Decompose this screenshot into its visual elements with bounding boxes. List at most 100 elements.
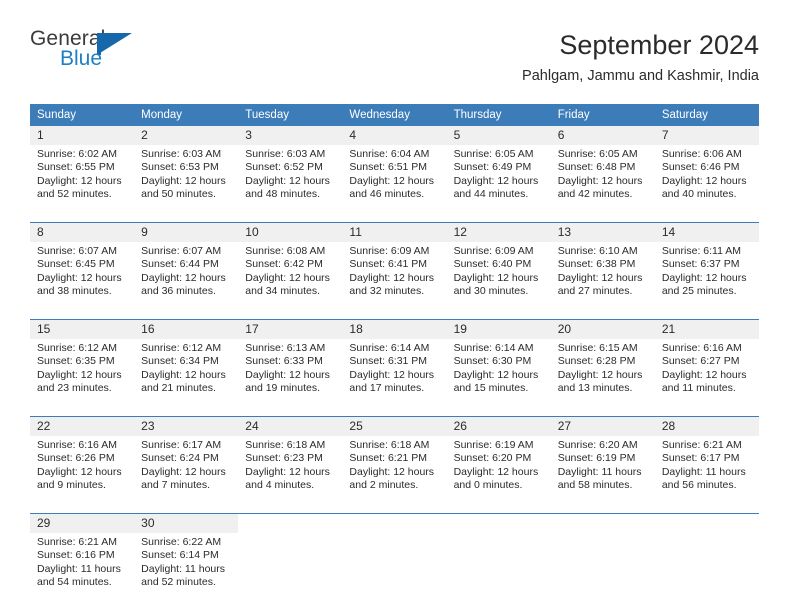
calendar-day-cell[interactable]: 7 Sunrise: 6:06 AM Sunset: 6:46 PM Daylight… <box>654 126 759 210</box>
calendar-day-cell[interactable]: 2 Sunrise: 6:03 AM Sunset: 6:53 PM Daylight… <box>134 126 239 210</box>
calendar-day-cell[interactable]: 27 Sunrise: 6:20 AM Sunset: 6:19 PM Dayligh… <box>550 416 655 501</box>
sunset-text: Sunset: 6:31 PM <box>349 355 428 368</box>
calendar-day-cell[interactable]: 18 Sunrise: 6:14 AM Sunset: 6:31 PM Dayligh… <box>342 319 447 404</box>
day-cell-content: 11 Sunrise: 6:09 AM Sunset: 6:41 PM Dayligh… <box>342 223 447 307</box>
daylight-text-line2: and 50 minutes. <box>141 188 216 201</box>
week-gap-cell <box>30 307 135 320</box>
calendar-day-cell[interactable]: 21 Sunrise: 6:16 AM Sunset: 6:27 PM Dayligh… <box>654 319 759 404</box>
calendar-day-cell[interactable]: 4 Sunrise: 6:04 AM Sunset: 6:51 PM Daylight… <box>342 126 447 210</box>
daylight-text-line2: and 52 minutes. <box>141 576 216 589</box>
calendar-day-cell[interactable]: 25 Sunrise: 6:18 AM Sunset: 6:21 PM Dayligh… <box>342 416 447 501</box>
daylight-text-line2: and 44 minutes. <box>453 188 529 201</box>
calendar-day-cell[interactable]: 16 Sunrise: 6:12 AM Sunset: 6:34 PM Dayligh… <box>134 319 239 404</box>
day-cell-content: 30 Sunrise: 6:22 AM Sunset: 6:14 PM Dayligh… <box>134 514 239 598</box>
day-number: 24 <box>238 417 343 436</box>
calendar-day-cell[interactable]: 8 Sunrise: 6:07 AM Sunset: 6:45 PM Daylight… <box>30 222 135 307</box>
calendar-day-cell[interactable]: 29 Sunrise: 6:21 AM Sunset: 6:16 PM Dayligh… <box>30 513 135 598</box>
calendar-day-cell[interactable]: 11 Sunrise: 6:09 AM Sunset: 6:41 PM Dayligh… <box>342 222 447 307</box>
week-gap-cell <box>342 210 447 223</box>
calendar-day-cell[interactable]: 19 Sunrise: 6:14 AM Sunset: 6:30 PM Dayligh… <box>446 319 551 404</box>
calendar-day-cell[interactable]: 6 Sunrise: 6:05 AM Sunset: 6:48 PM Daylight… <box>550 126 655 210</box>
sunset-text: Sunset: 6:24 PM <box>141 452 219 465</box>
calendar-day-cell[interactable]: 15 Sunrise: 6:12 AM Sunset: 6:35 PM Dayligh… <box>30 319 135 404</box>
calendar-day-cell[interactable]: 24 Sunrise: 6:18 AM Sunset: 6:23 PM Dayligh… <box>238 416 343 501</box>
day-cell-content: 25 Sunrise: 6:18 AM Sunset: 6:21 PM Dayligh… <box>342 417 447 501</box>
sunrise-text: Sunrise: 6:20 AM <box>557 439 638 451</box>
calendar-day-cell[interactable]: 20 Sunrise: 6:15 AM Sunset: 6:28 PM Dayligh… <box>550 319 655 404</box>
week-gap-cell <box>238 210 343 223</box>
calendar-week-row: 22 Sunrise: 6:16 AM Sunset: 6:26 PM Dayligh… <box>30 416 759 501</box>
daylight-text-line1: Daylight: 12 hours <box>453 271 539 284</box>
calendar-day-cell[interactable]: 1 Sunrise: 6:02 AM Sunset: 6:55 PM Daylight… <box>30 126 135 210</box>
sunrise-text: Sunrise: 6:18 AM <box>245 439 326 451</box>
week-gap-row <box>30 404 759 417</box>
calendar-day-cell[interactable]: 17 Sunrise: 6:13 AM Sunset: 6:33 PM Dayligh… <box>238 319 343 404</box>
calendar-day-cell[interactable]: 23 Sunrise: 6:17 AM Sunset: 6:24 PM Dayligh… <box>134 416 239 501</box>
calendar-day-cell[interactable]: 28 Sunrise: 6:21 AM Sunset: 6:17 PM Dayligh… <box>654 416 759 501</box>
weekday-header-wednesday: Wednesday <box>342 104 447 126</box>
week-gap-cell <box>446 404 551 417</box>
day-cell-empty <box>446 514 551 598</box>
day-number: 10 <box>238 223 343 242</box>
sunset-text: Sunset: 6:26 PM <box>37 452 115 465</box>
sunset-text: Sunset: 6:49 PM <box>453 161 532 174</box>
calendar-day-cell[interactable]: 10 Sunrise: 6:08 AM Sunset: 6:42 PM Dayligh… <box>238 222 343 307</box>
brand-logo[interactable]: General Blue <box>30 28 150 80</box>
day-number <box>238 514 343 533</box>
daylight-text-line2: and 2 minutes. <box>349 479 419 492</box>
daylight-text-line2: and 38 minutes. <box>37 285 112 298</box>
calendar-day-cell[interactable]: 30 Sunrise: 6:22 AM Sunset: 6:14 PM Dayligh… <box>134 513 239 598</box>
day-number: 22 <box>30 417 135 436</box>
day-cell-empty <box>238 514 343 598</box>
day-cell-content: 9 Sunrise: 6:07 AM Sunset: 6:44 PM Daylight… <box>134 223 239 307</box>
day-detail-lines: Sunrise: 6:20 AM Sunset: 6:19 PM Daylight:… <box>551 436 655 493</box>
week-gap-cell <box>134 307 239 320</box>
sunset-text: Sunset: 6:30 PM <box>453 355 532 368</box>
calendar-page: General Blue September 2024 Pahlgam, Jam… <box>0 0 792 612</box>
day-number: 3 <box>238 126 343 145</box>
daylight-text-line2: and 40 minutes. <box>661 188 737 201</box>
day-cell-content: 5 Sunrise: 6:05 AM Sunset: 6:49 PM Daylight… <box>446 126 551 210</box>
daylight-text-line1: Daylight: 12 hours <box>141 271 226 284</box>
calendar-day-cell[interactable]: 9 Sunrise: 6:07 AM Sunset: 6:44 PM Daylight… <box>134 222 239 307</box>
week-gap-cell <box>342 404 447 417</box>
daylight-text-line2: and 17 minutes. <box>349 382 425 395</box>
daylight-text-line1: Daylight: 12 hours <box>557 271 643 284</box>
day-number: 18 <box>342 320 447 339</box>
daylight-text-line1: Daylight: 12 hours <box>37 271 122 284</box>
daylight-text-line2: and 46 minutes. <box>349 188 425 201</box>
brand-name-blue: Blue <box>60 47 103 70</box>
day-number: 23 <box>134 417 239 436</box>
calendar-day-cell[interactable]: 12 Sunrise: 6:09 AM Sunset: 6:40 PM Dayligh… <box>446 222 551 307</box>
sunset-text: Sunset: 6:42 PM <box>245 258 323 271</box>
sunrise-text: Sunrise: 6:22 AM <box>141 536 222 548</box>
sunrise-text: Sunrise: 6:07 AM <box>37 245 117 257</box>
day-detail-lines: Sunrise: 6:06 AM Sunset: 6:46 PM Daylight:… <box>655 145 759 202</box>
day-number: 4 <box>342 126 447 145</box>
sunrise-text: Sunrise: 6:14 AM <box>349 342 430 354</box>
week-gap-cell <box>654 404 759 417</box>
day-number: 17 <box>238 320 343 339</box>
day-detail-lines: Sunrise: 6:08 AM Sunset: 6:42 PM Daylight:… <box>238 242 342 299</box>
sunrise-text: Sunrise: 6:08 AM <box>245 245 326 257</box>
daylight-text-line2: and 7 minutes. <box>141 479 211 492</box>
calendar-day-cell[interactable]: 5 Sunrise: 6:05 AM Sunset: 6:49 PM Daylight… <box>446 126 551 210</box>
day-number: 29 <box>30 514 135 533</box>
calendar-day-cell[interactable]: 14 Sunrise: 6:11 AM Sunset: 6:37 PM Dayligh… <box>654 222 759 307</box>
week-gap-cell <box>550 501 655 514</box>
daylight-text-line1: Daylight: 11 hours <box>557 465 642 478</box>
daylight-text-line1: Daylight: 12 hours <box>349 271 435 284</box>
calendar-body: 1 Sunrise: 6:02 AM Sunset: 6:55 PM Daylight… <box>30 126 759 598</box>
calendar-day-cell[interactable]: 13 Sunrise: 6:10 AM Sunset: 6:38 PM Dayligh… <box>550 222 655 307</box>
daylight-text-line1: Daylight: 12 hours <box>557 368 643 381</box>
day-number: 30 <box>134 514 239 533</box>
calendar-week-row: 8 Sunrise: 6:07 AM Sunset: 6:45 PM Daylight… <box>30 222 759 307</box>
calendar-day-cell[interactable]: 22 Sunrise: 6:16 AM Sunset: 6:26 PM Dayligh… <box>30 416 135 501</box>
calendar-day-cell[interactable]: 3 Sunrise: 6:03 AM Sunset: 6:52 PM Daylight… <box>238 126 343 210</box>
calendar-day-cell[interactable]: 26 Sunrise: 6:19 AM Sunset: 6:20 PM Dayligh… <box>446 416 551 501</box>
sunrise-text: Sunrise: 6:14 AM <box>453 342 534 354</box>
calendar-day-cell <box>238 513 343 598</box>
sunrise-text: Sunrise: 6:04 AM <box>349 148 430 160</box>
daylight-text-line2: and 34 minutes. <box>245 285 320 298</box>
day-detail-lines: Sunrise: 6:05 AM Sunset: 6:49 PM Daylight:… <box>447 145 551 202</box>
